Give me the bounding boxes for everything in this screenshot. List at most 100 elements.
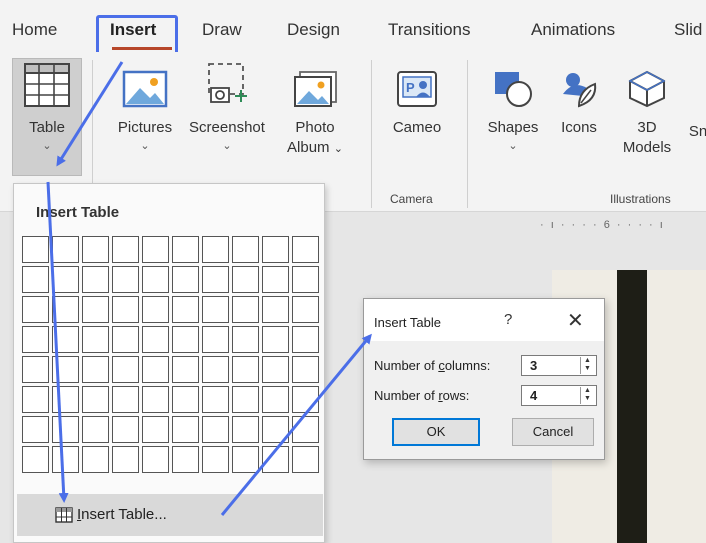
grid-cell[interactable]: [232, 326, 259, 353]
grid-cell[interactable]: [202, 236, 229, 263]
grid-cell[interactable]: [262, 446, 289, 473]
grid-cell[interactable]: [292, 446, 319, 473]
tab-home[interactable]: Home: [12, 20, 57, 40]
tab-draw[interactable]: Draw: [202, 20, 242, 40]
grid-cell[interactable]: [292, 266, 319, 293]
icons-button[interactable]: Icons: [551, 70, 607, 138]
grid-cell[interactable]: [172, 446, 199, 473]
grid-cell[interactable]: [202, 326, 229, 353]
insert-table-menu-item[interactable]: Insert Table...: [17, 494, 323, 536]
grid-cell[interactable]: [172, 356, 199, 383]
grid-cell[interactable]: [292, 356, 319, 383]
ok-button[interactable]: OK: [392, 418, 480, 446]
grid-cell[interactable]: [22, 416, 49, 443]
rows-value[interactable]: 4: [530, 388, 537, 403]
grid-cell[interactable]: [82, 236, 109, 263]
grid-cell[interactable]: [112, 326, 139, 353]
grid-cell[interactable]: [142, 236, 169, 263]
pictures-button[interactable]: Pictures ⌄: [110, 70, 180, 154]
grid-cell[interactable]: [172, 266, 199, 293]
close-icon[interactable]: ✕: [567, 308, 584, 333]
tab-transitions[interactable]: Transitions: [388, 20, 471, 40]
grid-cell[interactable]: [52, 446, 79, 473]
grid-cell[interactable]: [142, 326, 169, 353]
screenshot-button[interactable]: Screenshot ⌄: [181, 62, 273, 154]
photo-album-button[interactable]: Photo Album ⌄: [280, 70, 350, 159]
grid-cell[interactable]: [172, 236, 199, 263]
grid-cell[interactable]: [292, 326, 319, 353]
smartart-button[interactable]: Sn: [688, 122, 706, 142]
grid-cell[interactable]: [232, 236, 259, 263]
tab-slideshow[interactable]: Slid: [674, 20, 702, 40]
grid-cell[interactable]: [292, 386, 319, 413]
grid-cell[interactable]: [82, 416, 109, 443]
grid-cell[interactable]: [232, 356, 259, 383]
grid-cell[interactable]: [232, 266, 259, 293]
grid-cell[interactable]: [262, 416, 289, 443]
grid-cell[interactable]: [52, 296, 79, 323]
shapes-button[interactable]: Shapes ⌄: [480, 70, 546, 154]
columns-value[interactable]: 3: [530, 358, 537, 373]
grid-cell[interactable]: [292, 296, 319, 323]
grid-cell[interactable]: [292, 236, 319, 263]
grid-cell[interactable]: [262, 326, 289, 353]
grid-cell[interactable]: [202, 416, 229, 443]
grid-cell[interactable]: [22, 266, 49, 293]
grid-cell[interactable]: [202, 446, 229, 473]
cameo-button[interactable]: P Cameo: [384, 70, 450, 138]
grid-cell[interactable]: [172, 416, 199, 443]
grid-cell[interactable]: [112, 446, 139, 473]
grid-cell[interactable]: [232, 296, 259, 323]
grid-cell[interactable]: [232, 446, 259, 473]
table-size-grid[interactable]: [22, 236, 319, 473]
grid-cell[interactable]: [22, 326, 49, 353]
grid-cell[interactable]: [112, 386, 139, 413]
grid-cell[interactable]: [52, 326, 79, 353]
grid-cell[interactable]: [202, 356, 229, 383]
grid-cell[interactable]: [82, 296, 109, 323]
grid-cell[interactable]: [82, 446, 109, 473]
grid-cell[interactable]: [52, 386, 79, 413]
grid-cell[interactable]: [292, 416, 319, 443]
grid-cell[interactable]: [172, 326, 199, 353]
rows-spinner[interactable]: 4 ▲ ▼: [521, 385, 597, 406]
grid-cell[interactable]: [22, 446, 49, 473]
grid-cell[interactable]: [232, 386, 259, 413]
grid-cell[interactable]: [112, 356, 139, 383]
grid-cell[interactable]: [202, 296, 229, 323]
grid-cell[interactable]: [202, 386, 229, 413]
grid-cell[interactable]: [112, 266, 139, 293]
grid-cell[interactable]: [142, 266, 169, 293]
grid-cell[interactable]: [52, 266, 79, 293]
columns-spinner[interactable]: 3 ▲ ▼: [521, 355, 597, 376]
grid-cell[interactable]: [142, 416, 169, 443]
grid-cell[interactable]: [262, 236, 289, 263]
grid-cell[interactable]: [82, 386, 109, 413]
grid-cell[interactable]: [22, 236, 49, 263]
grid-cell[interactable]: [52, 356, 79, 383]
grid-cell[interactable]: [142, 296, 169, 323]
tab-design[interactable]: Design: [287, 20, 340, 40]
grid-cell[interactable]: [262, 386, 289, 413]
grid-cell[interactable]: [82, 266, 109, 293]
grid-cell[interactable]: [112, 296, 139, 323]
grid-cell[interactable]: [232, 416, 259, 443]
spinner-arrows-icon[interactable]: ▲ ▼: [580, 357, 594, 374]
grid-cell[interactable]: [142, 446, 169, 473]
grid-cell[interactable]: [82, 356, 109, 383]
grid-cell[interactable]: [82, 326, 109, 353]
tab-animations[interactable]: Animations: [531, 20, 615, 40]
grid-cell[interactable]: [112, 416, 139, 443]
grid-cell[interactable]: [172, 386, 199, 413]
3d-models-button[interactable]: 3D Models: [612, 70, 682, 158]
grid-cell[interactable]: [262, 356, 289, 383]
grid-cell[interactable]: [22, 386, 49, 413]
spinner-arrows-icon[interactable]: ▲ ▼: [580, 387, 594, 404]
grid-cell[interactable]: [52, 236, 79, 263]
grid-cell[interactable]: [112, 236, 139, 263]
grid-cell[interactable]: [172, 296, 199, 323]
grid-cell[interactable]: [142, 386, 169, 413]
cancel-button[interactable]: Cancel: [512, 418, 594, 446]
grid-cell[interactable]: [142, 356, 169, 383]
grid-cell[interactable]: [22, 356, 49, 383]
